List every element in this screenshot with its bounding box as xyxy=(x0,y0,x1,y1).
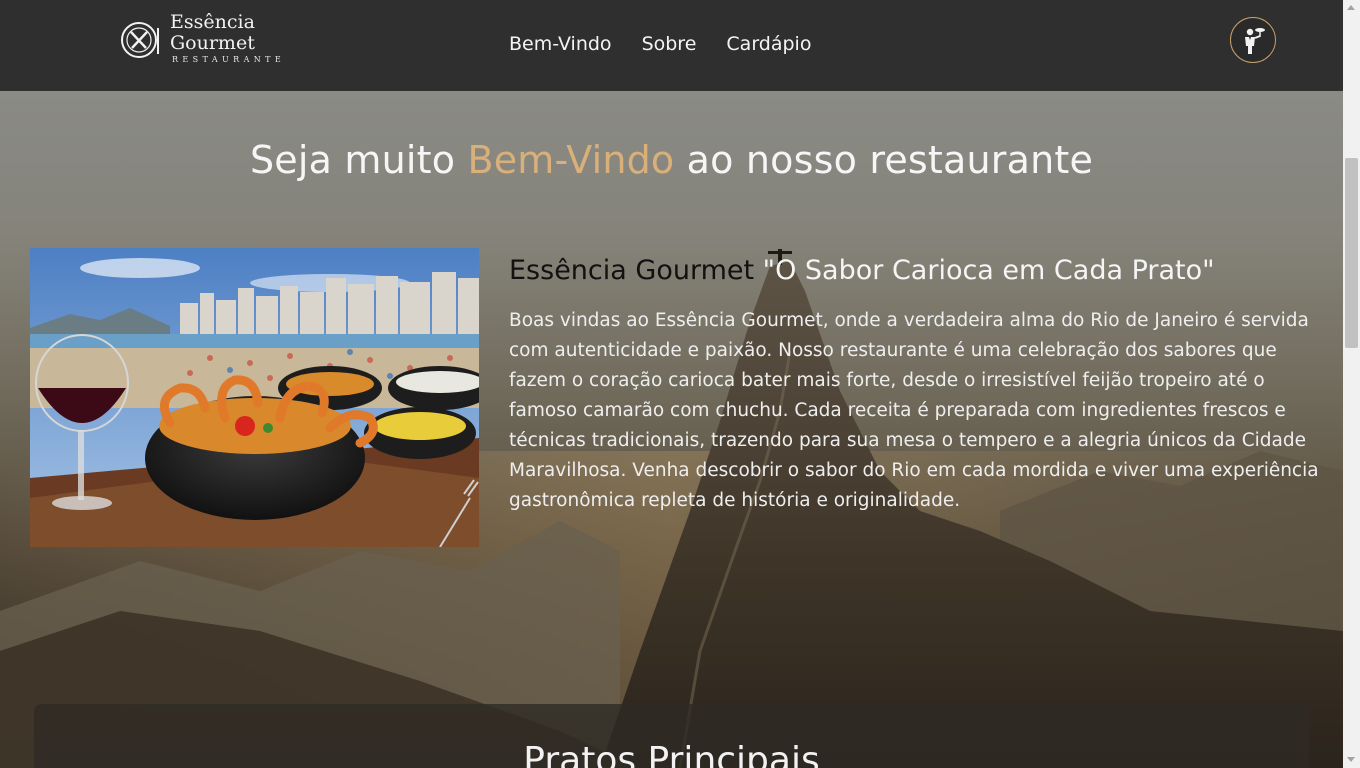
cutlery-plate-icon xyxy=(121,22,159,58)
about-description: Boas vindas ao Essência Gourmet, onde a … xyxy=(509,310,1319,511)
scroll-up-arrow-icon[interactable] xyxy=(1347,5,1355,10)
logo-subtitle: RESTAURANTE xyxy=(172,55,286,64)
welcome-section: Seja muito Bem-Vindo ao nosso restaurant… xyxy=(0,91,1343,768)
headline-suffix: ao nosso restaurante xyxy=(674,138,1094,182)
scroll-thumb[interactable] xyxy=(1345,158,1358,348)
logo-name-line2: Gourmet xyxy=(170,32,255,54)
logo-name-line1: Essência xyxy=(170,11,255,33)
dish-beach-photo xyxy=(30,248,479,547)
top-navbar: Essência Gourmet RESTAURANTE Bem-Vindo S… xyxy=(0,0,1343,91)
about-title: Essência Gourmet "O Sabor Carioca em Cad… xyxy=(509,255,1215,286)
logo-name: Essência Gourmet xyxy=(170,12,255,54)
scroll-down-arrow-icon[interactable] xyxy=(1347,757,1355,762)
nav-link-bem-vindo[interactable]: Bem-Vindo xyxy=(509,33,612,55)
welcome-headline: Seja muito Bem-Vindo ao nosso restaurant… xyxy=(0,138,1343,182)
about-tagline: "O Sabor Carioca em Cada Prato" xyxy=(754,255,1215,286)
waiter-icon xyxy=(1245,28,1265,54)
headline-prefix: Seja muito xyxy=(249,138,468,182)
waiter-button[interactable] xyxy=(1230,17,1276,63)
page-scrollbar[interactable] xyxy=(1343,0,1360,768)
menu-section-title: Pratos Principais xyxy=(523,740,820,768)
headline-accent: Bem-Vindo xyxy=(467,138,675,182)
nav-link-sobre[interactable]: Sobre xyxy=(642,33,697,55)
nav-link-cardapio[interactable]: Cardápio xyxy=(726,33,811,55)
main-nav: Bem-Vindo Sobre Cardápio xyxy=(509,33,811,55)
restaurant-logo[interactable]: Essência Gourmet RESTAURANTE xyxy=(120,12,292,68)
menu-section-card: Pratos Principais xyxy=(34,704,1309,768)
about-title-name: Essência Gourmet xyxy=(509,255,755,286)
